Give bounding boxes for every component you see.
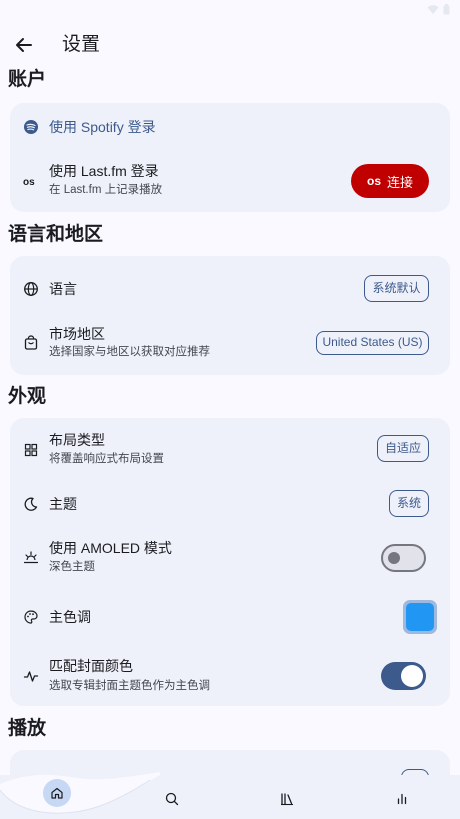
match-cover-switch-knob (401, 665, 423, 687)
sunset-icon (23, 551, 39, 564)
spotify-login-label: 使用 Spotify 登录 (49, 119, 156, 135)
primary-color-swatch-fill (406, 603, 434, 631)
svg-text:os: os (23, 177, 35, 188)
globe-icon (24, 282, 38, 296)
palette-icon (24, 610, 38, 624)
layout-type-label: 布局类型 (49, 432, 105, 448)
match-cover-color-switch[interactable] (381, 662, 426, 690)
lastfm-login-subtitle: 在 Last.fm 上记录播放 (49, 184, 163, 196)
nav-library-button[interactable] (278, 790, 296, 808)
lastfm-connect-label: 连接 (387, 174, 414, 190)
status-icons (427, 4, 450, 16)
lastfm-login-label: 使用 Last.fm 登录 (49, 163, 159, 179)
moon-icon (24, 497, 38, 511)
stats-icon (397, 793, 407, 805)
status-bar (0, 0, 460, 20)
section-heading-appearance: 外观 (8, 386, 47, 407)
arrow-left-icon (16, 38, 32, 52)
lastfm-connect-button[interactable]: os 连接 (351, 164, 429, 198)
lastfm-button-icon: os (366, 174, 381, 188)
amoled-switch-knob (388, 552, 400, 564)
wifi-icon (427, 5, 439, 14)
nav-search-button[interactable] (163, 790, 181, 808)
amoled-subtitle: 深色主题 (49, 561, 95, 573)
home-icon (51, 787, 63, 799)
store-icon (24, 335, 38, 350)
section-heading-account: 账户 (8, 69, 47, 90)
primary-color-label: 主色调 (49, 609, 91, 625)
layout-type-subtitle: 将覆盖响应式布局设置 (49, 453, 164, 465)
primary-color-swatch[interactable] (403, 600, 437, 634)
battery-icon (443, 4, 450, 15)
language-label: 语言 (49, 281, 77, 297)
page-title: 设置 (62, 34, 101, 55)
match-cover-color-label: 匹配封面颜色 (49, 658, 133, 674)
nav-home-button[interactable] (43, 779, 71, 807)
market-subtitle: 选择国家与地区以获取对应推荐 (49, 346, 210, 358)
theme-label: 主题 (49, 496, 77, 512)
match-cover-color-subtitle: 选取专辑封面主题色作为主色调 (49, 680, 210, 692)
nav-indicator-wave (0, 772, 160, 819)
section-heading-region: 语言和地区 (8, 224, 104, 245)
search-icon (165, 792, 179, 806)
market-label: 市场地区 (49, 326, 105, 342)
nav-stats-button[interactable] (393, 790, 411, 808)
theme-value-chip[interactable]: 系统 (389, 490, 429, 517)
section-heading-playback: 播放 (8, 718, 47, 739)
library-icon (281, 793, 293, 806)
grid-icon (24, 443, 38, 457)
language-value-chip[interactable]: 系统默认 (364, 275, 429, 302)
layout-type-value-chip[interactable]: 自适应 (377, 435, 429, 462)
spotify-icon (24, 120, 38, 134)
pulse-icon (23, 671, 39, 682)
lastfm-icon: os (23, 177, 35, 188)
amoled-label: 使用 AMOLED 模式 (49, 540, 172, 556)
back-button[interactable] (13, 34, 35, 56)
amoled-switch[interactable] (381, 544, 426, 572)
market-value-chip[interactable]: United States (US) (316, 331, 429, 355)
